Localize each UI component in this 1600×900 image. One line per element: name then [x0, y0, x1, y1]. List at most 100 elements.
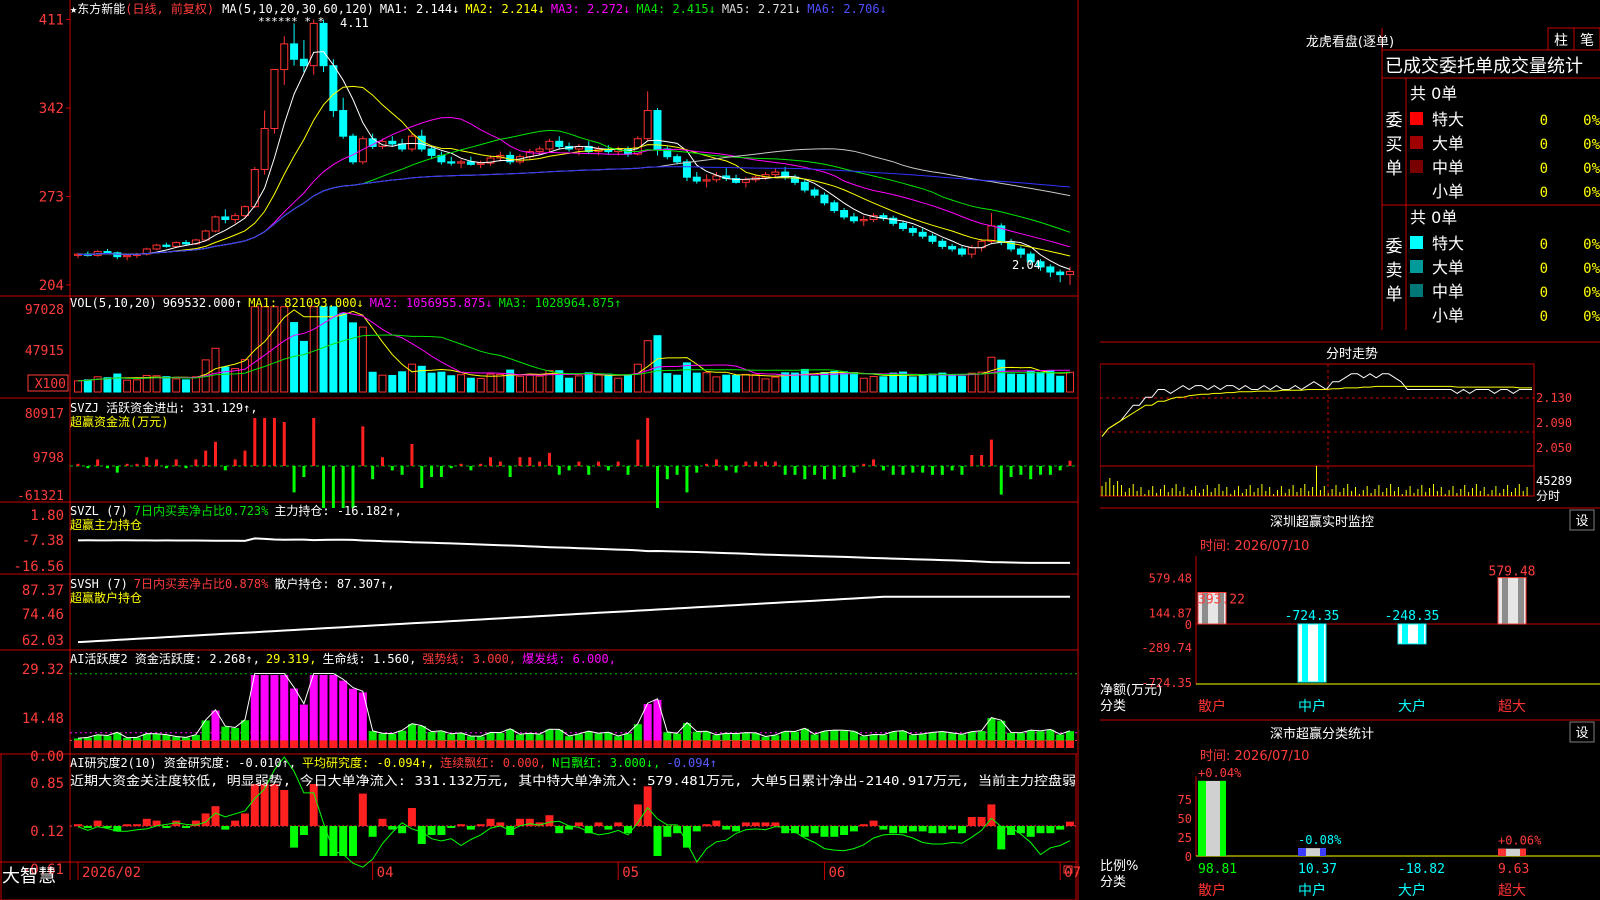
svzj-legend-sub: 超赢资金流(万元): [70, 414, 168, 429]
candle: [270, 69, 279, 134]
ai2-bar: [692, 826, 701, 832]
ai2-bar: [309, 784, 318, 826]
side-panels[interactable]: 龙虎看盘(逐单) 柱笔已成交委托单成交量统计委买单委卖单共 0单特大 0 0%大单 0 0…: [1100, 0, 1600, 900]
candle-body: [741, 179, 750, 183]
sell-row-label: 小单: [1432, 306, 1464, 325]
volume-bar: [221, 366, 230, 393]
candle-body: [1066, 271, 1074, 276]
classify-title: 深市超赢分类统计: [1270, 726, 1374, 742]
ai-bar-base: [692, 740, 701, 748]
ma6-line: [77, 166, 1071, 256]
classify-value-label: -18.82: [1398, 862, 1445, 877]
bi-button-label: 笔: [1580, 33, 1594, 49]
ai2-legend: AI研究度2(10) 资金研究度: -0.010↑, 平均研究度: -0.094↑…: [70, 755, 717, 770]
ai-bar-base: [368, 740, 377, 748]
fenshi-price-label: 2.130: [1536, 391, 1572, 405]
svzj-bar: [302, 466, 306, 477]
volume-bar: [938, 372, 947, 393]
candle: [447, 156, 456, 166]
candle-body: [388, 140, 397, 145]
candle-body: [1046, 266, 1055, 273]
ai-bar: [280, 674, 289, 748]
volume-bar: [83, 379, 92, 393]
candle-body: [908, 227, 917, 233]
candle-body: [182, 242, 191, 245]
ai-bar-base: [476, 740, 485, 748]
stock-terminal: 411 342 273 204 ★东方新能(日线, 前复权) MA(5,10,20,30,…: [0, 0, 1600, 900]
ai-bar-base: [211, 740, 220, 748]
classify-category-label: 散户: [1198, 882, 1226, 899]
volume-bar: [368, 371, 377, 393]
svzj-axis-label: 80917: [25, 407, 64, 422]
ai2-axis-label: 0.12: [30, 824, 64, 840]
volume-bar: [928, 373, 937, 393]
candle-body: [427, 148, 436, 156]
volume-bar: [349, 322, 358, 393]
ai2-axis-label: 0.85: [30, 776, 64, 792]
candle: [771, 168, 780, 178]
monitor-category-label: 散户: [1198, 698, 1226, 715]
svzj-bar: [646, 418, 650, 466]
svzl-axis-label: -7.38: [22, 533, 64, 549]
ai-bar: [270, 674, 279, 748]
ai-bar-base: [93, 740, 102, 748]
ai2-bar: [899, 826, 908, 834]
ai2-bar: [378, 818, 387, 826]
svzj-bar: [430, 466, 434, 477]
monitor-bar-shade: [1402, 624, 1408, 644]
classify-bar: [1198, 780, 1226, 856]
ai-bar-base: [948, 740, 957, 748]
volume-bar: [800, 368, 809, 393]
ai2-bar: [1046, 826, 1055, 834]
svzj-bar: [164, 466, 168, 469]
svzj-bar: [960, 466, 964, 475]
volume-bar: [427, 372, 436, 393]
candle: [339, 97, 348, 139]
ai-bar-base: [565, 740, 574, 748]
date-label: 06: [828, 865, 845, 881]
candle: [830, 200, 839, 214]
candle: [849, 213, 858, 224]
volume-bar: [722, 374, 731, 393]
candle: [162, 242, 171, 248]
price-axis-label: 273: [39, 189, 64, 205]
ai2-bar: [486, 818, 495, 826]
ai-bar-base: [191, 740, 200, 748]
monitor-y-label: -289.74: [1141, 641, 1192, 655]
ai-bar-base: [309, 740, 318, 748]
ai-bar-base: [673, 740, 682, 748]
ai-bar-base: [584, 740, 593, 748]
svzl-axis-label: 1.80: [30, 508, 64, 524]
ai2-bar: [417, 826, 426, 844]
volume-bar: [447, 375, 456, 393]
svzj-bar: [125, 463, 129, 466]
ai-bar-base: [280, 740, 289, 748]
ai-bar-base: [761, 740, 770, 748]
svsh-legend: SVSH (7) 7日内买卖净占比0.878% 散户持仓: 87.307↑,: [70, 576, 395, 591]
ai2-bar: [840, 826, 849, 835]
volume-bar: [1036, 371, 1045, 393]
candle: [1056, 269, 1065, 283]
svzj-bar: [459, 463, 463, 466]
candle-body: [280, 43, 289, 71]
classify-y-label: 50: [1178, 812, 1192, 826]
volume-bar: [172, 378, 181, 393]
ai2-bar: [879, 826, 888, 830]
candle: [221, 209, 230, 224]
svzj-bar: [626, 466, 630, 475]
volume-bar: [182, 379, 191, 393]
volume-bar: [388, 374, 397, 393]
candle: [1016, 246, 1025, 258]
svzj-bar: [891, 466, 895, 475]
svzj-bar: [214, 441, 218, 466]
classify-x-unit: 分类: [1100, 875, 1126, 890]
svzj-bar: [734, 466, 738, 473]
candle: [948, 243, 957, 252]
kline-analysis-panel[interactable]: 411 342 273 204 ★东方新能(日线, 前复权) MA(5,10,20,30,…: [0, 0, 1100, 900]
ai2-bar: [604, 826, 613, 830]
monitor-title: 深圳超赢实时监控: [1270, 514, 1374, 530]
ai-activity-bars: [74, 674, 1074, 748]
svzj-bar: [420, 466, 424, 488]
ai-bar-base: [113, 740, 122, 748]
volume-bar: [515, 375, 524, 393]
